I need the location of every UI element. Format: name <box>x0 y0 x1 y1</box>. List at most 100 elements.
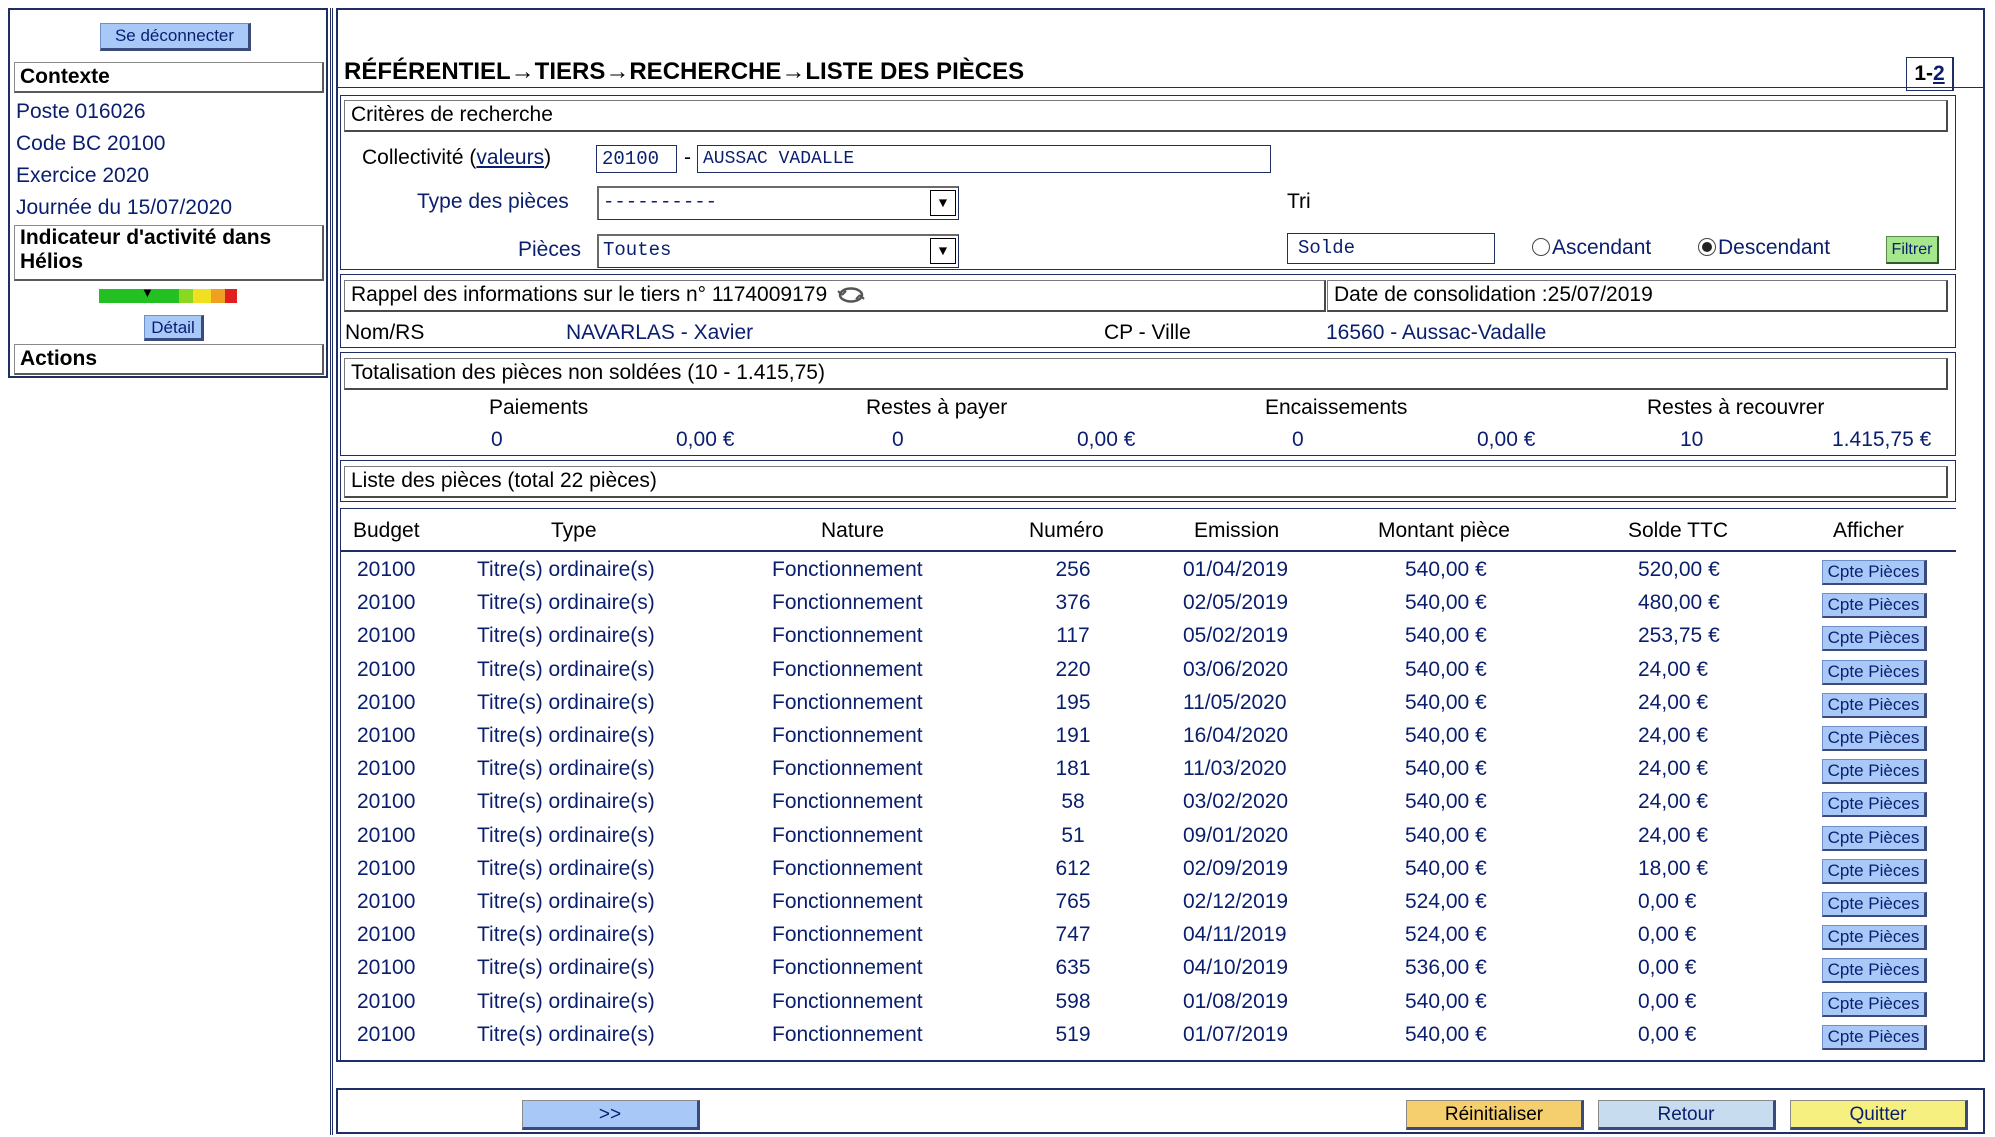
cpte-pieces-button[interactable]: Cpte Pièces <box>1822 660 1927 685</box>
totals-count-encaissements: 0 <box>1292 428 1304 451</box>
criteria-heading: Critères de recherche <box>344 100 1948 132</box>
gauge-segment <box>225 289 237 303</box>
cell-emission: 11/05/2020 <box>1183 691 1287 714</box>
context-heading: Contexte <box>14 62 324 93</box>
cell-type: Titre(s) ordinaire(s) <box>477 990 655 1013</box>
back-button[interactable]: Retour <box>1598 1100 1776 1130</box>
valeurs-link[interactable]: valeurs <box>476 146 544 169</box>
cell-type: Titre(s) ordinaire(s) <box>477 824 655 847</box>
cpte-pieces-button[interactable]: Cpte Pièces <box>1822 759 1927 784</box>
cell-type: Titre(s) ordinaire(s) <box>477 890 655 913</box>
cell-nature: Fonctionnement <box>772 724 923 747</box>
tiers-heading-text: Rappel des informations sur le tiers n° … <box>351 283 828 306</box>
cell-emission: 11/03/2020 <box>1183 757 1287 780</box>
gauge-marker-icon: ▼ <box>141 285 154 300</box>
cell-montant: 540,00 € <box>1405 724 1487 747</box>
cell-solde: 253,75 € <box>1638 624 1720 647</box>
title-divider <box>336 87 1985 88</box>
cell-solde: 24,00 € <box>1638 724 1709 747</box>
cell-budget: 20100 <box>357 1023 416 1046</box>
chevron-down-icon[interactable]: ▼ <box>930 190 956 216</box>
cell-emission: 04/11/2019 <box>1183 923 1287 946</box>
cell-budget: 20100 <box>357 990 416 1013</box>
gauge-segment <box>99 289 119 303</box>
col-numero: Numéro <box>1029 519 1104 542</box>
cell-solde: 0,00 € <box>1638 1023 1697 1046</box>
page-title: RÉFÉRENTIEL→TIERS→RECHERCHE→LISTE DES PI… <box>344 58 1025 85</box>
cell-montant: 540,00 € <box>1405 1023 1487 1046</box>
pieces-select[interactable]: Toutes ▼ <box>597 234 959 268</box>
cpte-pieces-button[interactable]: Cpte Pièces <box>1822 593 1927 618</box>
cpte-pieces-button[interactable]: Cpte Pièces <box>1822 958 1927 983</box>
cell-emission: 03/02/2020 <box>1183 790 1289 813</box>
refresh-icon[interactable] <box>837 286 865 304</box>
gauge-segment <box>211 289 225 303</box>
cell-numero: 181 <box>1055 757 1091 780</box>
cell-numero: 635 <box>1055 956 1091 979</box>
cell-montant: 540,00 € <box>1405 624 1487 647</box>
radio-on-icon <box>1698 238 1716 256</box>
cell-solde: 480,00 € <box>1638 591 1720 614</box>
cpte-pieces-button[interactable]: Cpte Pièces <box>1822 859 1927 884</box>
cell-numero: 191 <box>1055 724 1091 747</box>
cell-nature: Fonctionnement <box>772 990 923 1013</box>
detail-button[interactable]: Détail <box>144 315 204 341</box>
quit-button[interactable]: Quitter <box>1790 1100 1968 1130</box>
cell-budget: 20100 <box>357 724 416 747</box>
cpte-pieces-button[interactable]: Cpte Pièces <box>1822 626 1927 651</box>
cpte-pieces-button[interactable]: Cpte Pièces <box>1822 792 1927 817</box>
cell-numero: 51 <box>1061 824 1085 847</box>
cell-nature: Fonctionnement <box>772 1023 923 1046</box>
cell-budget: 20100 <box>357 890 416 913</box>
cp-label: CP - Ville <box>1104 321 1191 344</box>
cpte-pieces-button[interactable]: Cpte Pièces <box>1822 726 1927 751</box>
tri-field[interactable]: Solde <box>1287 233 1495 264</box>
cell-budget: 20100 <box>357 658 416 681</box>
col-emission: Emission <box>1194 519 1280 542</box>
descending-label: Descendant <box>1718 236 1831 259</box>
cpte-pieces-button[interactable]: Cpte Pièces <box>1822 560 1927 585</box>
cell-numero: 598 <box>1055 990 1091 1013</box>
totals-label-encaissements: Encaissements <box>1265 396 1408 419</box>
next-button[interactable]: >> <box>522 1100 700 1130</box>
cell-solde: 0,00 € <box>1638 890 1697 913</box>
cell-nature: Fonctionnement <box>772 624 923 647</box>
cpte-pieces-button[interactable]: Cpte Pièces <box>1822 826 1927 851</box>
activity-heading-line1: Indicateur d'activité dans <box>20 226 272 249</box>
filter-button[interactable]: Filtrer <box>1886 236 1939 264</box>
logout-button[interactable]: Se déconnecter <box>100 23 251 51</box>
cpte-pieces-button[interactable]: Cpte Pièces <box>1822 925 1927 950</box>
sort-descending-radio[interactable]: Descendant <box>1698 236 1830 260</box>
cell-type: Titre(s) ordinaire(s) <box>477 857 655 880</box>
cell-budget: 20100 <box>357 558 416 581</box>
cpte-pieces-button[interactable]: Cpte Pièces <box>1822 992 1927 1017</box>
cell-emission: 01/08/2019 <box>1183 990 1289 1013</box>
cell-budget: 20100 <box>357 857 416 880</box>
totals-amount-paiements: 0,00 € <box>676 428 735 451</box>
cpte-pieces-button[interactable]: Cpte Pièces <box>1822 1025 1927 1050</box>
cell-type: Titre(s) ordinaire(s) <box>477 1023 655 1046</box>
collectivite-dash: - <box>684 146 691 169</box>
cell-nature: Fonctionnement <box>772 824 923 847</box>
gauge-segment <box>119 289 139 303</box>
totals-count-paiements: 0 <box>491 428 503 451</box>
reset-button[interactable]: Réinitialiser <box>1406 1100 1584 1130</box>
gauge-segment <box>159 289 179 303</box>
collectivite-label-row: Collectivité (valeurs) <box>362 146 551 170</box>
sort-ascending-radio[interactable]: Ascendant <box>1532 236 1651 260</box>
page-link-2[interactable]: 2 <box>1933 62 1945 85</box>
gauge-segment <box>193 289 211 303</box>
cell-solde: 18,00 € <box>1638 857 1709 880</box>
collectivite-label: Collectivité <box>362 146 464 169</box>
cell-nature: Fonctionnement <box>772 890 923 913</box>
chevron-down-icon[interactable]: ▼ <box>930 238 956 264</box>
cpte-pieces-button[interactable]: Cpte Pièces <box>1822 892 1927 917</box>
col-montant: Montant pièce <box>1378 519 1510 542</box>
collectivite-code-field[interactable]: 20100 <box>596 145 677 173</box>
collectivite-name-field[interactable]: AUSSAC VADALLE <box>697 145 1271 173</box>
cell-numero: 220 <box>1055 658 1091 681</box>
type-pieces-select[interactable]: ---------- ▼ <box>597 186 959 220</box>
cell-montant: 540,00 € <box>1405 757 1487 780</box>
cpte-pieces-button[interactable]: Cpte Pièces <box>1822 693 1927 718</box>
col-nature: Nature <box>821 519 885 542</box>
